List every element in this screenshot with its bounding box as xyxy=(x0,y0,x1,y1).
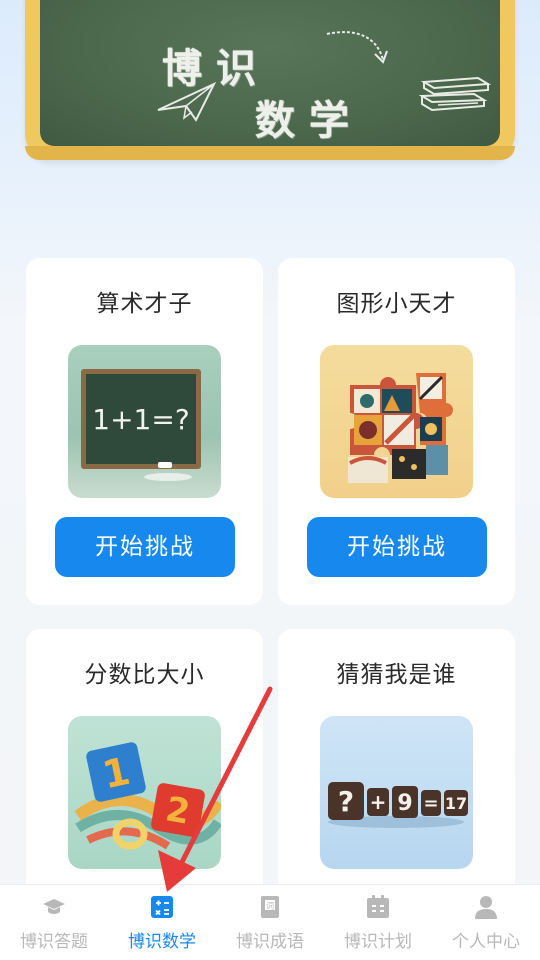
tile-text: + xyxy=(370,790,387,814)
tab-profile[interactable]: 个人中心 xyxy=(432,885,540,960)
person-icon xyxy=(475,896,497,919)
start-challenge-button[interactable]: 开始挑战 xyxy=(55,517,235,577)
tab-math[interactable]: 博识数学 xyxy=(108,885,216,960)
tab-label: 博识计划 xyxy=(344,932,412,952)
card-title: 图形小天才 xyxy=(336,291,457,317)
chalkboard-equation: 1+1=? xyxy=(92,403,189,436)
chalkboard: 博识 数学 xyxy=(40,0,500,146)
tile-text: 17 xyxy=(445,794,467,813)
tile-text: = xyxy=(423,793,438,814)
puzzle-image[interactable] xyxy=(320,345,473,498)
game-card-arithmetic[interactable]: 算术才子 1+1=? 开始挑战 xyxy=(26,258,263,605)
tab-label: 博识数学 xyxy=(128,932,196,952)
number-blocks-image[interactable]: 1 2 xyxy=(68,716,221,869)
chalk-arrow-icon xyxy=(326,31,388,64)
paper-plane-icon xyxy=(157,81,217,122)
card-title: 算术才子 xyxy=(96,291,193,317)
tab-label: 博识成语 xyxy=(236,932,304,952)
tab-plan[interactable]: 博识计划 xyxy=(324,885,432,960)
chalkboard-image[interactable]: 1+1=? xyxy=(68,345,221,498)
book-stack-icon xyxy=(418,76,492,112)
tab-quiz[interactable]: 博识答题 xyxy=(0,885,108,960)
calendar-icon xyxy=(367,895,389,918)
card-title: 分数比大小 xyxy=(84,662,205,688)
tab-idioms[interactable]: 词 博识成语 xyxy=(216,885,324,960)
banner-frame-edge xyxy=(25,146,515,160)
svg-text:词: 词 xyxy=(266,902,274,911)
bottom-tab-bar: 博识答题 博识数学 词 博识成语 博识计划 个人中心 xyxy=(0,884,540,960)
dictionary-book-icon: 词 xyxy=(261,896,279,918)
calculator-icon xyxy=(151,896,173,918)
start-challenge-button[interactable]: 开始挑战 xyxy=(307,517,487,577)
tile-text: ? xyxy=(338,785,354,818)
header-banner: 博识 数学 xyxy=(25,0,515,160)
graduation-cap-icon xyxy=(43,899,65,914)
tab-label: 个人中心 xyxy=(452,932,520,952)
tile-text: 9 xyxy=(397,791,412,816)
equation-tiles-image[interactable]: ? + 9 = 17 xyxy=(320,716,473,869)
tab-label: 博识答题 xyxy=(20,932,88,952)
banner-title-line2: 数学 xyxy=(255,98,363,144)
game-card-shapes[interactable]: 图形小天才 开始挑战 xyxy=(278,258,515,605)
card-title: 猜猜我是谁 xyxy=(336,662,457,688)
